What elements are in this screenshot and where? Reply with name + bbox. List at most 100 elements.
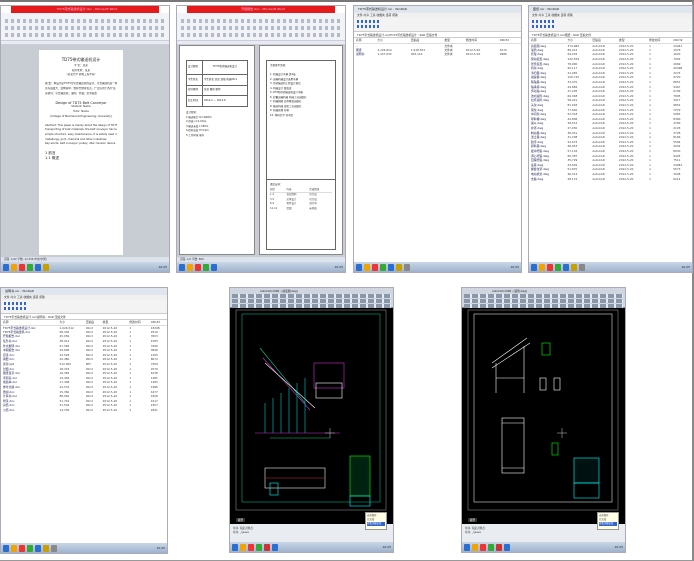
file-row[interactable]: 说明书 1,157,632 903,110 文件夹 2012-5-20 9986: [354, 52, 521, 57]
window-title: AutoCAD 2008 - [总装图.dwg]: [260, 290, 298, 293]
notification-popup[interactable]: 自动保存 已完成 查看详细信息: [365, 512, 387, 530]
file-row[interactable]: 小结.doc 14,336 Word 2012-5-20 1 2641: [1, 408, 167, 413]
toolbar[interactable]: [529, 18, 692, 32]
taskbar-app-icon[interactable]: [372, 263, 378, 271]
title-block: [573, 457, 600, 484]
window-title: 开题报告.doc - Microsoft Word: [187, 6, 335, 13]
model-tab[interactable]: 模型: [468, 518, 478, 522]
taskbar-app-icon[interactable]: [51, 544, 57, 552]
toolbar-icons[interactable]: [532, 20, 556, 23]
taskbar-app-icon[interactable]: [11, 544, 17, 552]
cad-toolbar[interactable]: AutoCAD 2008 - [滚筒.dwg]: [462, 288, 625, 308]
toolbar-row[interactable]: [464, 299, 623, 303]
file-cell: 文件夹: [444, 52, 453, 57]
toolbar-icons-2[interactable]: [532, 25, 556, 28]
autocad-window-pulley: AutoCAD 2008 - [滚筒.dwg] 模型 命令: 指定对角点: 命令: _…: [461, 287, 626, 553]
taskbar-app-icon[interactable]: [579, 263, 585, 271]
window-title: AutoCAD 2008 - [滚筒.dwg]: [492, 290, 528, 293]
parts-note: [551, 442, 559, 456]
taskbar-app-icon[interactable]: [240, 543, 246, 551]
winrar-window-root: TD75带式输送机设计.rar - WinRAR 文件 命令 工具 收藏夹 选项 …: [353, 5, 522, 273]
keywords-cn: 关键词：带式输送机；滚筒；托辊；张紧装置: [45, 91, 97, 95]
taskbar-app-icon[interactable]: [35, 544, 41, 552]
toolbar-row[interactable]: [232, 304, 391, 308]
toolbar-icons-2[interactable]: [4, 307, 28, 310]
notification-popup[interactable]: 自动保存 已完成 查看详细信息: [597, 512, 619, 530]
taskbar-app-icon[interactable]: [27, 544, 33, 552]
autocad-window-assembly: AutoCAD 2008 - [总装图.dwg] 模型 命令: 指定对角点: 命令: …: [229, 287, 394, 553]
file-cell: 2012-5-20: [102, 407, 118, 412]
taskbar-app-icon[interactable]: [464, 543, 470, 551]
cad-toolbar[interactable]: AutoCAD 2008 - [总装图.dwg]: [230, 288, 393, 308]
taskbar-app-icon[interactable]: [504, 543, 510, 551]
toolbar-row[interactable]: [232, 294, 391, 298]
model-tab[interactable]: 模型: [236, 518, 246, 522]
taskbar-app-icon[interactable]: [404, 263, 410, 271]
abstract-cn-2: 具有运量大、结构简单、维护方便等优点，广泛应用于各行业。: [45, 86, 117, 90]
file-cell: 903,110: [410, 52, 423, 57]
taskbar-app-icon[interactable]: [563, 263, 569, 271]
taskbar-app-icon[interactable]: [555, 263, 561, 271]
toolbar-row[interactable]: [464, 304, 623, 308]
student-info: 学生姓名 某某 班级 机械08-1: [203, 75, 247, 86]
taskbar-app-icon[interactable]: [472, 543, 478, 551]
bearing-detail: [541, 342, 551, 356]
taskbar-app-icon[interactable]: [380, 263, 386, 271]
popup-line[interactable]: 查看详细信息: [599, 522, 617, 526]
toolbar[interactable]: [1, 300, 167, 314]
toolbar-icons-2[interactable]: [357, 25, 381, 28]
file-list: 名称 大小 压缩后 类型 修改时间 CRC32 TD75带式输送机设计.doc 1,024,5…: [1, 320, 167, 412]
file-cell: AutoCAD: [592, 176, 605, 181]
taskbar-app-icon[interactable]: [256, 543, 262, 551]
schedule-cell: 绘图: [286, 206, 292, 210]
schedule-grid: 周次 内容 完成情况 1-2 查阅资料 已完成 3-5 总体设计 已完成 6-9 零件设计 进行中 10…: [270, 187, 332, 212]
ribbon-toolbar[interactable]: [177, 13, 345, 41]
toolbar[interactable]: [354, 18, 521, 32]
conveyor-incline: [259, 347, 306, 404]
label-tutor: 指导教师: [187, 86, 203, 96]
taskbar-app-icon[interactable]: [364, 263, 370, 271]
file-row[interactable]: 支腿.dwg 28,115 AutoCAD 2012-5-20 1 6214: [529, 176, 692, 181]
tutor-info: 某某 教授 职称: [203, 86, 247, 96]
taskbar-app-icon[interactable]: [232, 543, 238, 551]
drawing-canvas[interactable]: [462, 308, 626, 516]
window-title: 图纸.rar - WinRAR: [529, 6, 692, 13]
taskbar-app-icon[interactable]: [3, 544, 9, 552]
taskbar-app-icon[interactable]: [539, 263, 545, 271]
file-name: 支腿.dwg: [531, 176, 544, 181]
label-date: 起止时间: [187, 95, 203, 106]
taskbar-app-icon[interactable]: [480, 543, 486, 551]
taskbar-app-icon[interactable]: [571, 263, 577, 271]
document-area: TD75带式输送机设计 学 生：某某 指导老师：某某 （某某大学 机电工程学院）…: [1, 45, 169, 257]
file-cell: 9986: [499, 52, 507, 57]
taskbar-app-icon[interactable]: [496, 543, 502, 551]
belt-line: [262, 357, 311, 411]
taskbar-app-icon[interactable]: [272, 543, 278, 551]
taskbar-app-icon[interactable]: [547, 263, 553, 271]
file-cell: 14,336: [59, 407, 70, 412]
taskbar-app-icon[interactable]: [248, 543, 254, 551]
toolbar-icons[interactable]: [357, 20, 381, 23]
taskbar-app-icon[interactable]: [488, 543, 494, 551]
taskbar-app-icon[interactable]: [43, 544, 49, 552]
file-cell: 2012-5-20: [465, 52, 481, 57]
popup-line[interactable]: 查看详细信息: [367, 522, 385, 526]
file-cell: 6214: [673, 176, 681, 181]
taskbar-app-icon[interactable]: [388, 263, 394, 271]
references-title: 主要参考文献：: [270, 64, 288, 67]
file-cell: Word: [85, 407, 94, 412]
taskbar-app-icon[interactable]: [356, 263, 362, 271]
ribbon-toolbar[interactable]: [1, 13, 169, 41]
window-title: TD75带式输送机设计.doc - Microsoft Word: [11, 6, 159, 13]
toolbar-icons[interactable]: [4, 302, 28, 305]
taskbar-app-icon[interactable]: [396, 263, 402, 271]
drawing-canvas[interactable]: [230, 308, 394, 516]
taskbar-app-icon[interactable]: [531, 263, 537, 271]
taskbar-app-icon[interactable]: [264, 543, 270, 551]
taskbar-app-icon[interactable]: [19, 544, 25, 552]
clamp-left: [539, 377, 547, 391]
toolbar-row[interactable]: [464, 294, 623, 298]
toolbar-row[interactable]: [232, 299, 391, 303]
file-list: 名称 大小 压缩后 类型 修改时间 CRC32 总装图.dwg 374,982 AutoCAD 2…: [529, 38, 692, 181]
taskbar: 10:25: [177, 262, 345, 272]
